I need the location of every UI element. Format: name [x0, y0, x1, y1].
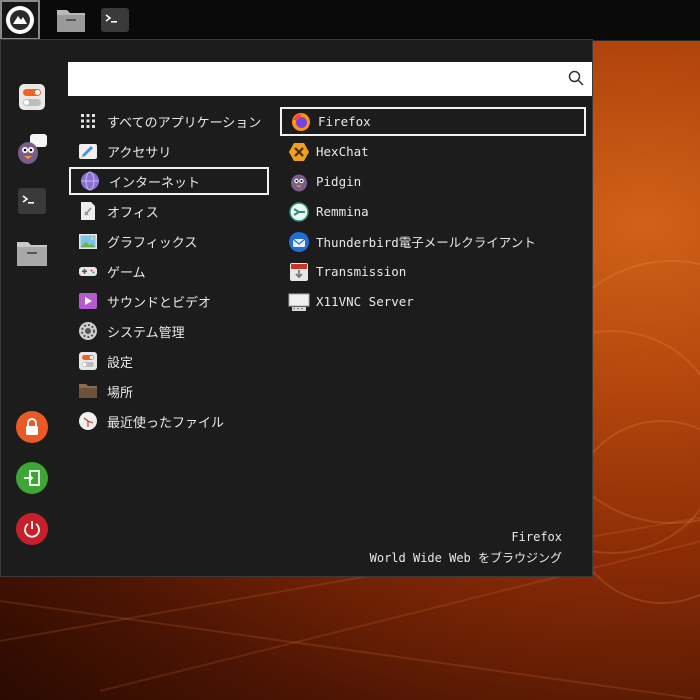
category-label: グラフィックス [107, 235, 198, 251]
office-icon [78, 201, 98, 221]
thunderbird-icon [288, 231, 310, 253]
folder-icon [17, 242, 47, 266]
ubuntu-mate-logo-icon [6, 6, 34, 34]
app-hexchat[interactable]: HexChat [280, 137, 586, 166]
terminal-icon [18, 188, 46, 214]
category-label: アクセサリ [107, 145, 172, 161]
app-label: Thunderbird電子メールクライアント [316, 235, 536, 250]
search-input[interactable] [76, 67, 560, 93]
grid-icon [78, 111, 98, 131]
graphics-icon [78, 231, 98, 251]
lock-icon [26, 418, 38, 435]
app-pidgin[interactable]: Pidgin [280, 167, 586, 196]
transmission-icon [288, 261, 310, 283]
lock-screen-button[interactable] [16, 411, 48, 443]
app-label: Transmission [316, 264, 407, 279]
category-label: 場所 [107, 385, 134, 401]
multimedia-icon [78, 291, 98, 311]
accessories-icon [78, 141, 98, 161]
remmina-icon [288, 201, 310, 223]
logout-button[interactable] [16, 462, 48, 494]
app-menu-button[interactable] [0, 0, 40, 40]
vnc-icon [288, 291, 310, 313]
pidgin-icon [18, 134, 47, 164]
fav-file-manager[interactable] [16, 237, 48, 269]
top-panel [0, 0, 700, 41]
category-places[interactable]: 場所 [69, 377, 269, 405]
category-label: 設定 [107, 355, 134, 371]
panel-terminal-button[interactable] [100, 6, 130, 34]
category-system[interactable]: システム管理 [69, 317, 269, 345]
category-games[interactable]: ゲーム [69, 257, 269, 285]
category-office[interactable]: オフィス [69, 197, 269, 225]
category-label: 最近使ったファイル [107, 415, 225, 431]
favorites-bar [1, 40, 63, 576]
terminal-icon [101, 8, 129, 32]
category-label: システム管理 [107, 325, 185, 341]
app-remmina[interactable]: Remmina [280, 197, 586, 226]
fav-settings[interactable] [16, 81, 48, 113]
shutdown-button[interactable] [16, 513, 48, 545]
settings-icon [78, 351, 98, 371]
category-label: ゲーム [107, 265, 146, 281]
app-firefox[interactable]: Firefox [280, 107, 586, 136]
folder-icon [78, 381, 98, 401]
app-transmission[interactable]: Transmission [280, 257, 586, 286]
internet-icon [80, 171, 100, 191]
system-gear-icon [78, 321, 98, 341]
application-menu: すべてのアプリケーション アクセサリ インターネット オフィス グラフィックス … [0, 39, 593, 577]
search-icon[interactable] [568, 70, 584, 86]
category-label: サウンドとビデオ [107, 295, 212, 311]
category-label: インターネット [109, 175, 201, 191]
category-label: オフィス [107, 205, 159, 221]
category-sound-video[interactable]: サウンドとビデオ [69, 287, 269, 315]
panel-file-manager-button[interactable] [56, 6, 86, 34]
category-settings[interactable]: 設定 [69, 347, 269, 375]
category-internet[interactable]: インターネット [69, 167, 269, 195]
logout-icon [24, 470, 40, 486]
app-x11vnc[interactable]: X11VNC Server [280, 287, 586, 316]
fav-pidgin[interactable] [16, 133, 48, 165]
gamepad-icon [78, 261, 98, 281]
search-box [68, 62, 592, 96]
fav-terminal[interactable] [16, 185, 48, 217]
app-label: Remmina [316, 204, 369, 219]
selected-app-name: Firefox [511, 530, 562, 544]
pidgin-icon [288, 171, 310, 193]
hexchat-icon [288, 141, 310, 163]
category-label: すべてのアプリケーション [107, 115, 262, 131]
power-icon [24, 521, 40, 538]
app-label: Pidgin [316, 174, 362, 189]
app-label: HexChat [316, 144, 369, 159]
folder-icon [57, 10, 85, 32]
app-label: Firefox [318, 114, 371, 129]
category-accessories[interactable]: アクセサリ [69, 137, 269, 165]
app-thunderbird[interactable]: Thunderbird電子メールクライアント [280, 227, 586, 256]
category-recent-files[interactable]: 最近使ったファイル [69, 407, 269, 435]
firefox-icon [290, 111, 312, 133]
settings-toggle-icon [19, 84, 45, 110]
category-graphics[interactable]: グラフィックス [69, 227, 269, 255]
clock-icon [78, 411, 98, 431]
app-label: X11VNC Server [316, 294, 414, 309]
category-all-applications[interactable]: すべてのアプリケーション [69, 107, 269, 135]
selected-app-description: World Wide Web をブラウジング [369, 551, 562, 565]
